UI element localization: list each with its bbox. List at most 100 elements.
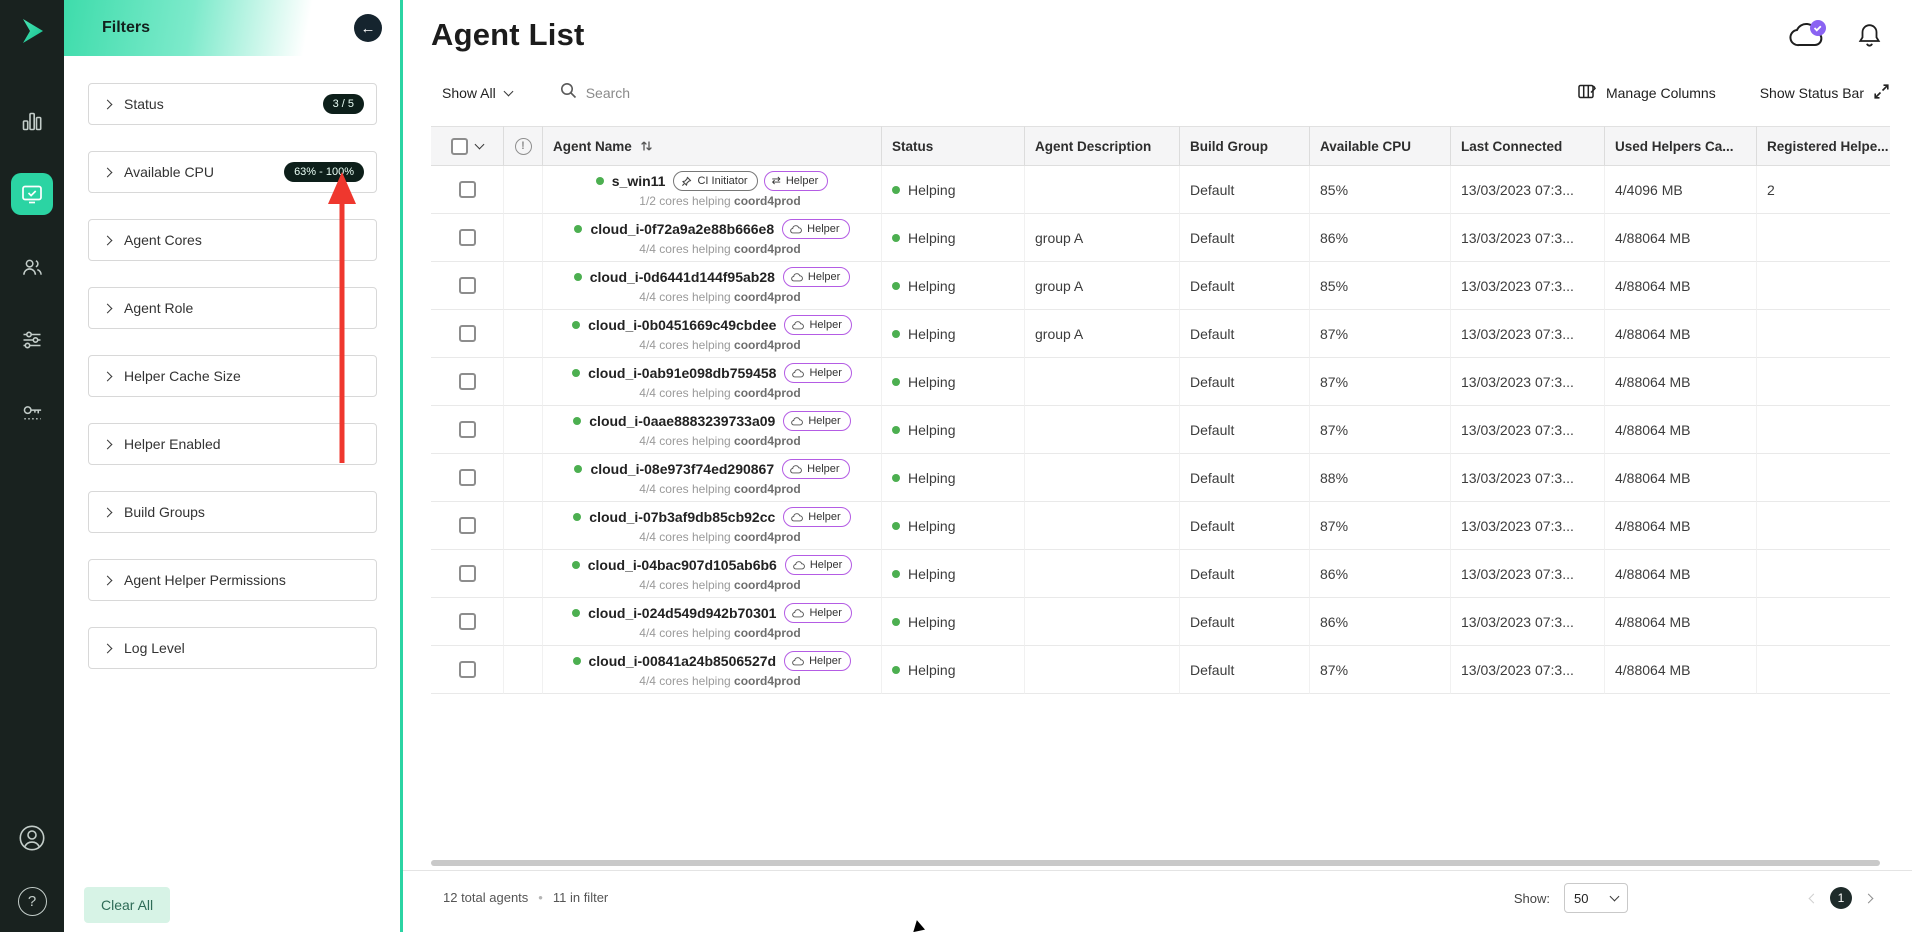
table-row[interactable]: cloud_i-0b0451669c49cbdee Helper 4/4 cor… [431,310,1890,358]
row-checkbox[interactable] [459,277,476,294]
select-menu-chevron-icon[interactable] [475,139,485,149]
scrollbar-thumb[interactable] [431,860,1880,866]
search-icon [560,82,577,104]
agent-name-cell: cloud_i-0ab91e098db759458 Helper 4/4 cor… [543,358,882,406]
online-dot-icon [574,225,582,233]
header-alerts-cell[interactable]: ! [504,126,543,166]
expand-icon [1873,83,1890,103]
row-checkbox[interactable] [459,181,476,198]
row-checkbox[interactable] [459,229,476,246]
table-row[interactable]: s_win11 CI Initiator⇄Helper 1/2 cores he… [431,166,1890,214]
prev-page-icon[interactable] [1809,893,1819,903]
row-checkbox[interactable] [459,613,476,630]
table-row[interactable]: cloud_i-024d549d942b70301 Helper 4/4 cor… [431,598,1890,646]
bullet-separator: • [538,890,543,905]
row-select-cell [431,310,504,358]
col-header-agent-description[interactable]: Agent Description [1025,126,1180,166]
col-header-registered-helpers[interactable]: Registered Helpe... [1757,126,1890,166]
chevron-right-icon [103,643,113,653]
select-all-checkbox[interactable] [451,138,468,155]
mouse-cursor [911,919,925,932]
table-row[interactable]: cloud_i-00841a24b8506527d Helper 4/4 cor… [431,646,1890,694]
filter-item[interactable]: Build Groups [88,491,377,533]
last-connected-cell: 13/03/2023 07:3... [1451,358,1605,406]
agents-icon[interactable] [11,173,53,215]
registered-helpers-cell: 2 [1757,166,1890,214]
show-all-dropdown[interactable]: Show All [442,85,512,101]
agent-description-cell [1025,550,1180,598]
row-checkbox[interactable] [459,565,476,582]
agent-cores-subtext: 4/4 cores helping coord4prod [639,290,800,304]
filter-item[interactable]: Available CPU 63% - 100% [88,151,377,193]
table-row[interactable]: cloud_i-07b3af9db85cb92cc Helper 4/4 cor… [431,502,1890,550]
agent-badges: Helper [782,219,849,239]
user-avatar-icon[interactable] [11,817,53,859]
col-header-status[interactable]: Status [882,126,1025,166]
filter-item[interactable]: Agent Cores [88,219,377,261]
manage-columns-button[interactable]: Manage Columns [1578,83,1716,103]
row-alert-cell [504,454,543,502]
online-dot-icon [574,273,582,281]
col-header-used-helpers[interactable]: Used Helpers Ca... [1605,126,1757,166]
filter-label: Available CPU [124,164,214,180]
sort-icon[interactable] [640,139,653,153]
row-checkbox[interactable] [459,325,476,342]
app-logo-icon[interactable] [17,12,47,50]
table-row[interactable]: cloud_i-0f72a9a2e88b666e8 Helper 4/4 cor… [431,214,1890,262]
table-row[interactable]: cloud_i-08e973f74ed290867 Helper 4/4 cor… [431,454,1890,502]
settings-sliders-icon[interactable] [11,319,53,361]
collapse-filters-button[interactable]: ← [354,14,382,42]
clear-all-button[interactable]: Clear All [84,887,170,923]
row-checkbox[interactable] [459,421,476,438]
helper-badge: ⇄Helper [764,171,829,191]
row-checkbox[interactable] [459,373,476,390]
status-cell: Helping [882,454,1025,502]
agent-name-cell: cloud_i-0aae8883239733a09 Helper 4/4 cor… [543,406,882,454]
current-page-badge[interactable]: 1 [1830,887,1852,909]
agent-cores-subtext: 1/2 cores helping coord4prod [639,194,800,208]
horizontal-scrollbar[interactable] [431,860,1880,866]
col-header-available-cpu[interactable]: Available CPU [1310,126,1451,166]
users-icon[interactable] [11,246,53,288]
filter-item[interactable]: Agent Helper Permissions [88,559,377,601]
help-icon[interactable]: ? [18,887,47,916]
table-row[interactable]: cloud_i-0ab91e098db759458 Helper 4/4 cor… [431,358,1890,406]
row-checkbox[interactable] [459,661,476,678]
agent-description-cell [1025,406,1180,454]
col-header-last-connected[interactable]: Last Connected [1451,126,1605,166]
cloud-status-icon[interactable] [1787,19,1827,51]
filter-item[interactable]: Agent Role [88,287,377,329]
filter-item[interactable]: Helper Enabled [88,423,377,465]
nav-rail: ? [0,0,64,932]
agent-name-cell: cloud_i-04bac907d105ab6b6 Helper 4/4 cor… [543,550,882,598]
header-select-cell[interactable] [431,126,504,166]
filter-item[interactable]: Status 3 / 5 [88,83,377,125]
row-alert-cell [504,166,543,214]
ci-initiator-badge: CI Initiator [673,171,757,191]
status-cell: Helping [882,262,1025,310]
row-checkbox[interactable] [459,517,476,534]
table-row[interactable]: cloud_i-04bac907d105ab6b6 Helper 4/4 cor… [431,550,1890,598]
filter-label: Agent Role [124,300,193,316]
registered-helpers-cell [1757,454,1890,502]
filter-item[interactable]: Log Level [88,627,377,669]
notifications-bell-icon[interactable] [1857,22,1882,49]
row-checkbox[interactable] [459,469,476,486]
dashboard-icon[interactable] [11,100,53,142]
search-input[interactable] [586,85,756,101]
license-key-icon[interactable] [11,392,53,434]
total-agents-label: 12 total agents [443,890,528,905]
next-page-icon[interactable] [1864,893,1874,903]
col-header-agent-name[interactable]: Agent Name [543,126,882,166]
agent-cores-subtext: 4/4 cores helping coord4prod [639,338,800,352]
col-header-build-group[interactable]: Build Group [1180,126,1310,166]
filter-item[interactable]: Helper Cache Size [88,355,377,397]
agent-badges: Helper [783,411,850,431]
table-row[interactable]: cloud_i-0aae8883239733a09 Helper 4/4 cor… [431,406,1890,454]
page-size-select[interactable]: 50 [1564,883,1628,913]
status-dot-icon [892,330,900,338]
chevron-down-icon [1610,891,1620,901]
table-row[interactable]: cloud_i-0d6441d144f95ab28 Helper 4/4 cor… [431,262,1890,310]
show-status-bar-button[interactable]: Show Status Bar [1760,83,1890,103]
helper-badge: Helper [784,315,851,335]
